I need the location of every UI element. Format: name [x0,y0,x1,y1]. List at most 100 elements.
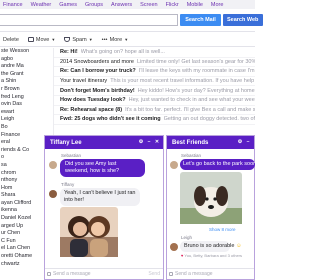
nav-groups[interactable]: Groups [85,2,103,8]
smiley-icon: ☺ [235,243,242,249]
message-row[interactable]: Re: Hi! What's going on? hope all is wel… [54,48,255,58]
show-more-link[interactable]: Show 8 more [209,227,236,232]
nav-games[interactable]: Games [59,2,77,8]
move-label: Move [35,36,50,43]
nav-mobile[interactable]: Mobile [187,2,203,8]
search-mail-button[interactable]: Search Mail [180,14,221,26]
chat-input[interactable]: Send a message Send [45,268,163,279]
shield-icon [64,37,71,42]
message-subject: 2014 Snowboarders and more [60,58,134,65]
sidebar-item[interactable]: a Shin [0,78,52,86]
nav-more[interactable]: More [211,2,224,8]
sidebar-item[interactable]: fred Leng [0,94,52,102]
sidebar-item[interactable]: andre Ma [0,63,52,71]
chat-input-placeholder: Send a message [175,271,213,277]
sidebar-item[interactable]: Leigh [0,116,52,124]
minimize-icon[interactable]: – [245,139,251,145]
more-button[interactable]: ••• More ▼ [101,36,129,44]
nav-finance[interactable]: Finance [3,2,23,8]
message-row[interactable]: Re: Can I borrow your truck? I'll leave … [54,67,255,77]
sender-name: Leigh [181,235,193,240]
chat-header[interactable]: Best Friends ⚙ – [167,136,254,149]
message-list: Re: Hi! What's going on? hope all is wel… [53,48,255,138]
settings-icon[interactable]: ⚙ [138,139,144,145]
nav-answers[interactable]: Answers [111,2,132,8]
reactions: ♥ You, Betty, Barbara and 3 others [181,253,242,258]
chat-input-placeholder: Send a message [53,271,91,277]
sidebar-item[interactable]: ste Wesson [0,48,52,56]
sender-name: Sebastian [61,153,82,158]
camera-icon[interactable] [169,272,173,276]
message-snippet: I'll leave the keys with my roommate in … [138,68,255,75]
message-subject: Re: Can I borrow your truck? [60,68,136,75]
message-row[interactable]: Fwd: 25 dogs who didn't see it coming Ge… [54,115,255,125]
sender-name: Tiffany [61,182,75,187]
sidebar-item[interactable]: agbo [0,56,52,64]
toolbar: Delete Move ▼ Spam ▼ ••• More ▼ [0,33,255,47]
dog-photo[interactable] [180,172,242,224]
sidebar-item[interactable]: r Brown [0,86,52,94]
chat-message: Let's go back to the park soon! [180,159,258,170]
sidebar-item[interactable]: ovin Das [0,101,52,109]
message-row[interactable]: Your travel itinerary This is your most … [54,77,255,87]
message-subject: How does Tuesday look? [60,97,126,104]
chat-message: Bruno is so adorable ☺ [180,241,242,252]
nav-flickr[interactable]: Flickr [166,2,179,8]
sender-name: Sebastian [181,153,202,158]
chevron-down-icon: ▼ [51,37,56,42]
nav-weather[interactable]: Weather [31,2,52,8]
chevron-down-icon: ▼ [88,37,93,42]
chat-message-text: Bruno is so adorable [184,243,235,249]
avatar [49,190,57,198]
folder-icon [27,37,34,42]
search-input[interactable] [0,14,178,26]
spam-button[interactable]: Spam ▼ [64,36,93,43]
sidebar-item[interactable]: Bo [0,124,52,132]
sidebar-item[interactable]: ewart [0,109,52,117]
delete-button[interactable]: Delete [3,37,19,43]
chat-window-best-friends: Best Friends ⚙ – Sebastian Let's go back… [166,135,258,280]
sidebar-item[interactable]: the Grant [0,71,52,79]
message-subject: Fwd: 25 dogs who didn't see it coming [60,116,161,123]
avatar [170,161,178,169]
chevron-down-icon: ▼ [124,37,129,42]
avatar [170,243,178,251]
message-snippet: Limited time only! Get last season's gea… [137,58,255,65]
message-row[interactable]: Don't forget Mom's birthday! Hey kiddo! … [54,86,255,96]
message-snippet: Hey, just wanted to check in and see wha… [128,97,255,104]
chat-title: Best Friends [172,139,209,146]
minimize-icon[interactable]: – [146,139,152,145]
chat-header[interactable]: Tiffany Lee ⚙ – ✕ [45,136,163,149]
more-label: More [109,36,123,43]
header: Search Mail Search Web [0,9,263,32]
spam-label: Spam [72,36,87,43]
more-icon: ••• [101,37,108,43]
shared-photo[interactable] [60,207,118,257]
message-snippet: It's a bit too far. perfect. I'll give B… [125,106,255,113]
top-nav: Finance Weather Games Groups Answers Scr… [0,0,255,9]
send-button[interactable]: Send [148,271,160,277]
settings-icon[interactable]: ⚙ [237,139,243,145]
delete-label: Delete [3,36,19,43]
message-snippet: Getting an out doggy detected. two of th… [163,116,255,123]
message-row[interactable]: 2014 Snowboarders and more Limited time … [54,58,255,68]
chat-input[interactable]: Send a message [167,268,254,279]
message-subject: Don't forget Mom's birthday! [60,87,135,94]
message-snippet: This is your most recent travel informat… [110,78,255,85]
search-web-button[interactable]: Search Web [223,14,263,26]
message-snippet: What's going on? hope all is well... [80,49,165,56]
chat-title: Tiffany Lee [50,139,82,146]
avatar [49,161,57,169]
message-subject: Re: Rehearsal space (8) [60,106,123,113]
message-row[interactable]: Re: Rehearsal space (8) It's a bit too f… [54,106,255,116]
message-subject: Re: Hi! [60,49,78,56]
chat-message: Yeah, I can't believe I just ran into he… [60,188,140,206]
reactions-text: You, Betty, Barbara and 3 others [184,253,243,258]
move-button[interactable]: Move ▼ [27,36,56,43]
chat-message: Did you see Amy last weekend, how is she… [60,159,145,177]
close-icon[interactable]: ✕ [154,139,160,145]
camera-icon[interactable] [47,272,51,276]
nav-screen[interactable]: Screen [140,2,157,8]
message-row[interactable]: How does Tuesday look? Hey, just wanted … [54,96,255,106]
chat-window-tiffany: Tiffany Lee ⚙ – ✕ Sebastian Did you see … [44,135,164,280]
